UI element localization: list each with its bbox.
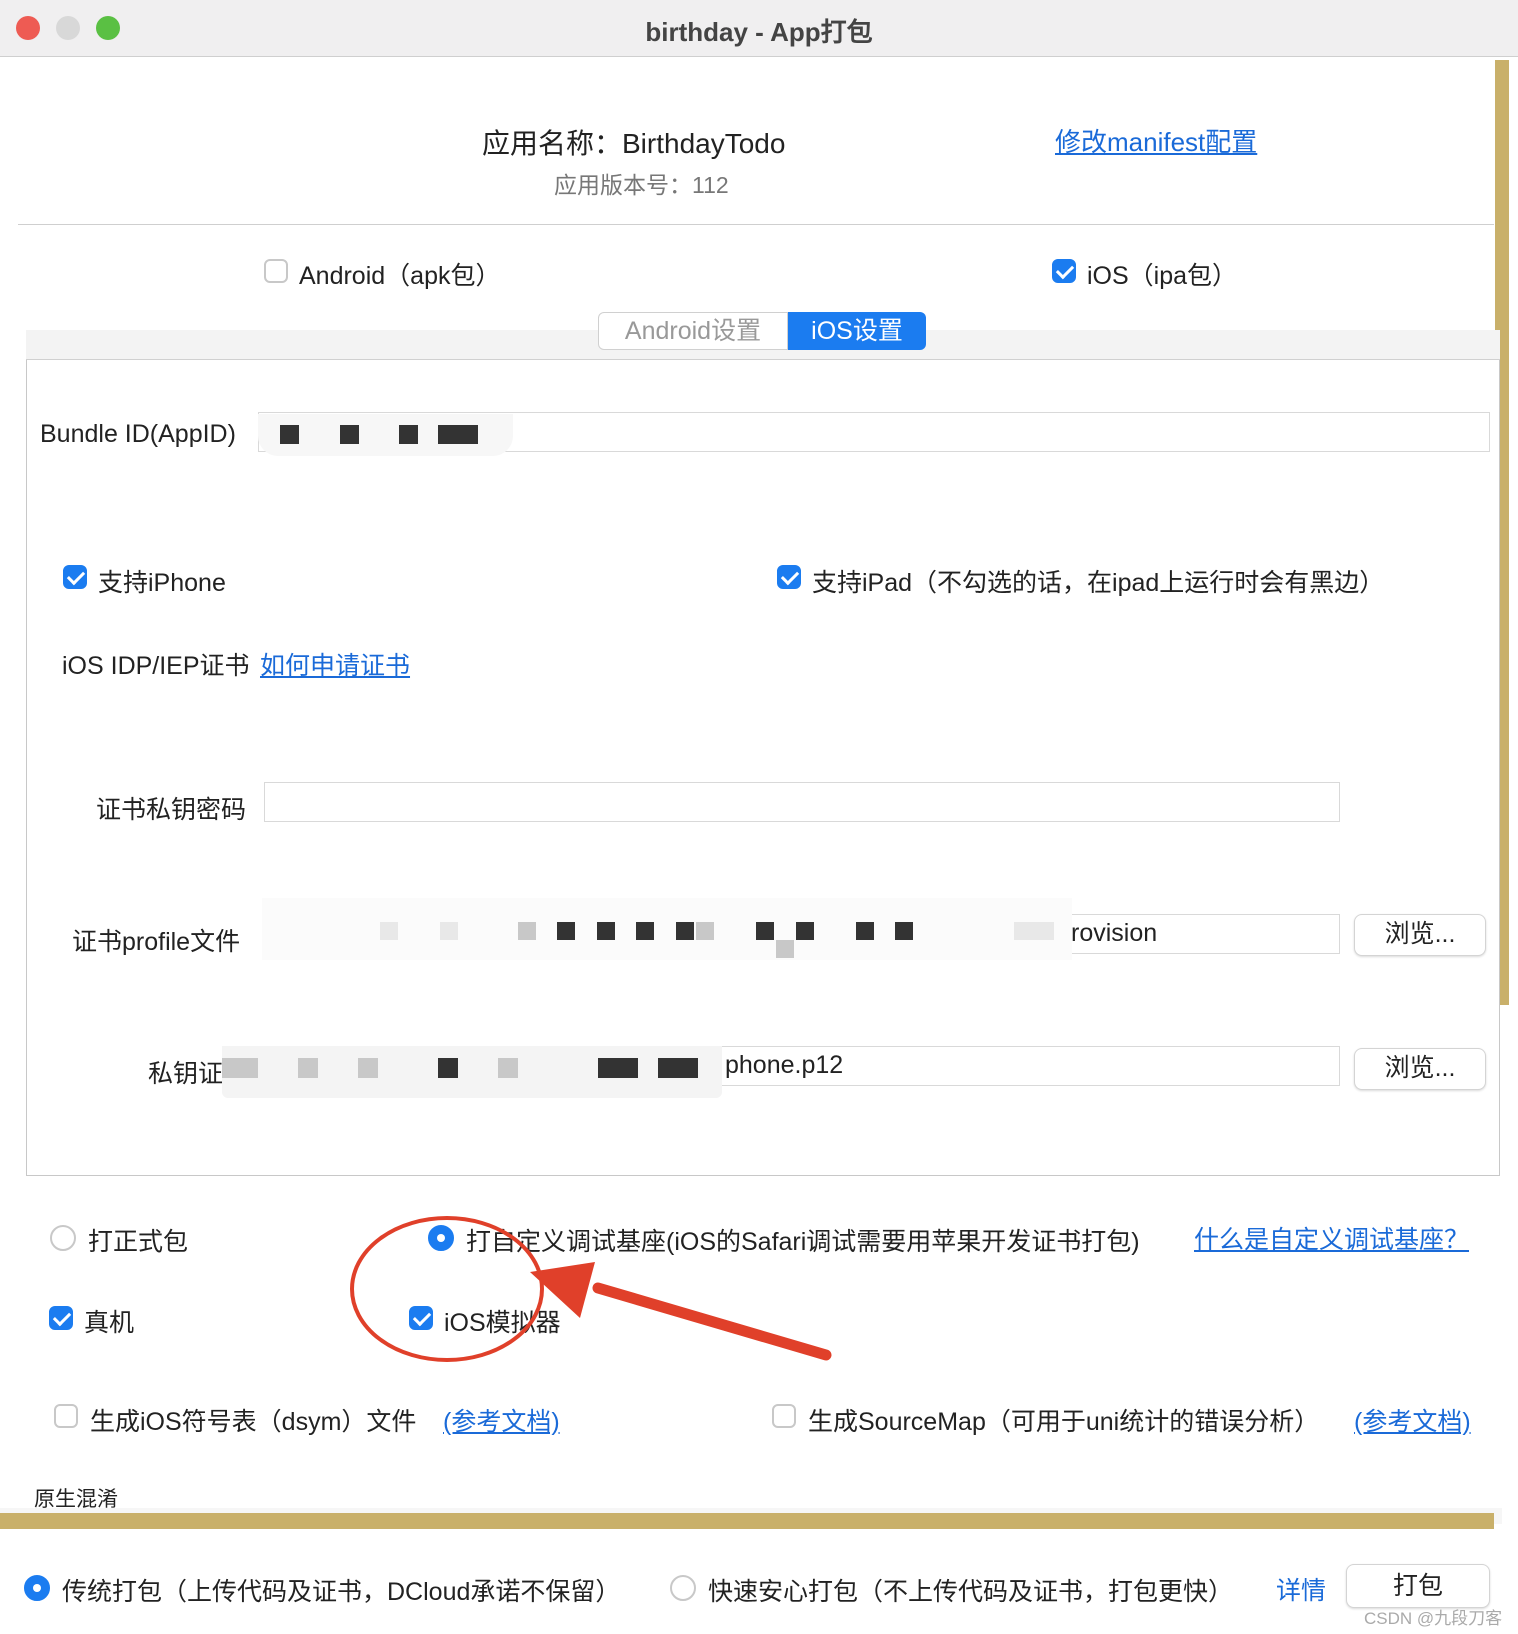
support-ipad-checkbox[interactable] (777, 565, 801, 589)
tab-ios-settings[interactable]: iOS设置 (788, 312, 926, 350)
ios-checkbox[interactable] (1052, 259, 1076, 283)
redaction-block (280, 425, 299, 444)
fast-build-label: 快速安心打包（不上传代码及证书，打包更快） (708, 1578, 1234, 1606)
sourcemap-docs-link[interactable]: (参考文档) (1354, 1402, 1471, 1438)
watermark: CSDN @九段刀客 (1364, 1609, 1503, 1628)
redaction-block (895, 922, 913, 940)
redaction-mask (222, 1046, 722, 1098)
device-label: 真机 (84, 1309, 135, 1337)
redaction-block (696, 922, 714, 940)
window-title: birthday - App打包 (645, 17, 873, 47)
traditional-build-label: 传统打包（上传代码及证书，DCloud承诺不保留） (62, 1578, 621, 1606)
redaction-block (636, 922, 654, 940)
redaction-block (1014, 922, 1054, 940)
tab-android-settings[interactable]: Android设置 (598, 312, 788, 350)
redaction-block (340, 425, 359, 444)
support-ipad-label: 支持iPad（不勾选的话，在ipad上运行时会有黑边） (812, 569, 1385, 597)
android-label: Android（apk包） (299, 262, 501, 290)
formal-build-label: 打正式包 (88, 1228, 189, 1256)
private-key-browse-button[interactable]: 浏览... (1354, 1048, 1486, 1090)
details-link[interactable]: 详情 (1276, 1571, 1326, 1607)
redaction-block (399, 425, 418, 444)
redaction-block (358, 1058, 378, 1078)
redaction-block (298, 1058, 318, 1078)
sourcemap-checkbox[interactable] (772, 1404, 796, 1428)
redaction-block (498, 1058, 518, 1078)
redaction-mask (240, 905, 260, 965)
redaction-block (557, 922, 575, 940)
dsym-checkbox[interactable] (54, 1404, 78, 1428)
redaction-block (380, 922, 398, 940)
profile-file-label: 证书profile文件 (72, 928, 241, 956)
redaction-block (518, 922, 536, 940)
redaction-block (440, 922, 458, 940)
redaction-block (438, 425, 478, 444)
redaction-block (676, 922, 694, 940)
private-key-value: phone.p12 (725, 1051, 844, 1079)
ios-label: iOS（ipa包） (1087, 262, 1238, 290)
modify-manifest-link[interactable]: 修改manifest配置 (1055, 122, 1257, 159)
horizontal-scrollbar[interactable] (0, 1513, 1494, 1529)
redaction-block (796, 922, 814, 940)
redaction-block (658, 1058, 698, 1078)
redaction-block (597, 922, 615, 940)
simulator-label: iOS模拟器 (444, 1309, 561, 1337)
simulator-checkbox[interactable] (409, 1306, 433, 1330)
cert-password-label: 证书私钥密码 (96, 796, 247, 824)
android-checkbox[interactable] (264, 259, 288, 283)
sourcemap-label: 生成SourceMap（可用于uni统计的错误分析） (808, 1408, 1320, 1436)
redaction-block (756, 922, 774, 940)
app-name: 应用名称：BirthdayTodo (482, 128, 786, 159)
support-iphone-label: 支持iPhone (98, 569, 226, 597)
bundle-id-label: Bundle ID(AppID) (40, 420, 236, 448)
redaction-block (598, 1058, 638, 1078)
cert-password-input[interactable] (264, 782, 1340, 822)
redaction-block (776, 940, 794, 958)
header-divider (18, 224, 1494, 225)
support-iphone-checkbox[interactable] (63, 565, 87, 589)
fast-build-radio[interactable] (670, 1575, 696, 1601)
redaction-block (222, 1058, 258, 1078)
cert-label: iOS IDP/IEP证书 (62, 652, 250, 680)
dsym-docs-link[interactable]: (参考文档) (443, 1402, 560, 1438)
dsym-label: 生成iOS符号表（dsym）文件 (90, 1408, 417, 1436)
formal-build-radio[interactable] (50, 1225, 76, 1251)
custom-base-label: 打自定义调试基座(iOS的Safari调试需要用苹果开发证书打包) (466, 1228, 1140, 1256)
traditional-build-radio[interactable] (24, 1575, 50, 1601)
build-button[interactable]: 打包 (1346, 1564, 1490, 1608)
redaction-block (856, 922, 874, 940)
profile-browse-button[interactable]: 浏览... (1354, 914, 1486, 956)
redaction-block (438, 1058, 458, 1078)
custom-base-radio[interactable] (428, 1225, 454, 1251)
profile-file-value: rovision (1071, 919, 1158, 947)
annotation-arrow-shaft (592, 1282, 832, 1361)
what-is-custom-base-link[interactable]: 什么是自定义调试基座？ (1194, 1220, 1469, 1256)
how-to-apply-cert-link[interactable]: 如何申请证书 (260, 646, 410, 682)
device-checkbox[interactable] (49, 1306, 73, 1330)
app-version: 应用版本号：112 (554, 172, 729, 198)
